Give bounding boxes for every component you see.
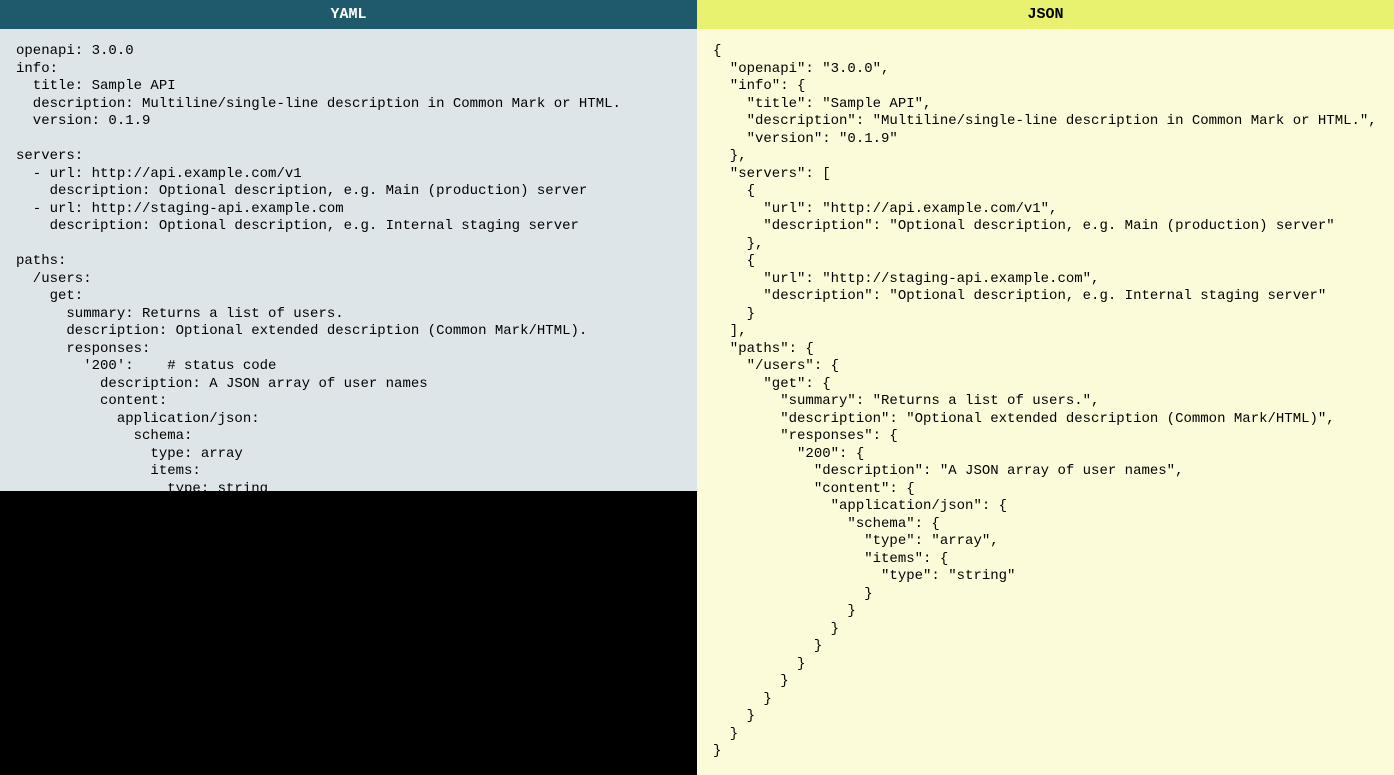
json-code-block: { "openapi": "3.0.0", "info": { "title":… — [697, 29, 1394, 775]
json-panel: JSON { "openapi": "3.0.0", "info": { "ti… — [697, 0, 1394, 770]
yaml-header: YAML — [0, 0, 697, 29]
yaml-panel: YAML openapi: 3.0.0 info: title: Sample … — [0, 0, 697, 770]
yaml-code-block: openapi: 3.0.0 info: title: Sample API d… — [0, 29, 697, 491]
json-header: JSON — [697, 0, 1394, 29]
